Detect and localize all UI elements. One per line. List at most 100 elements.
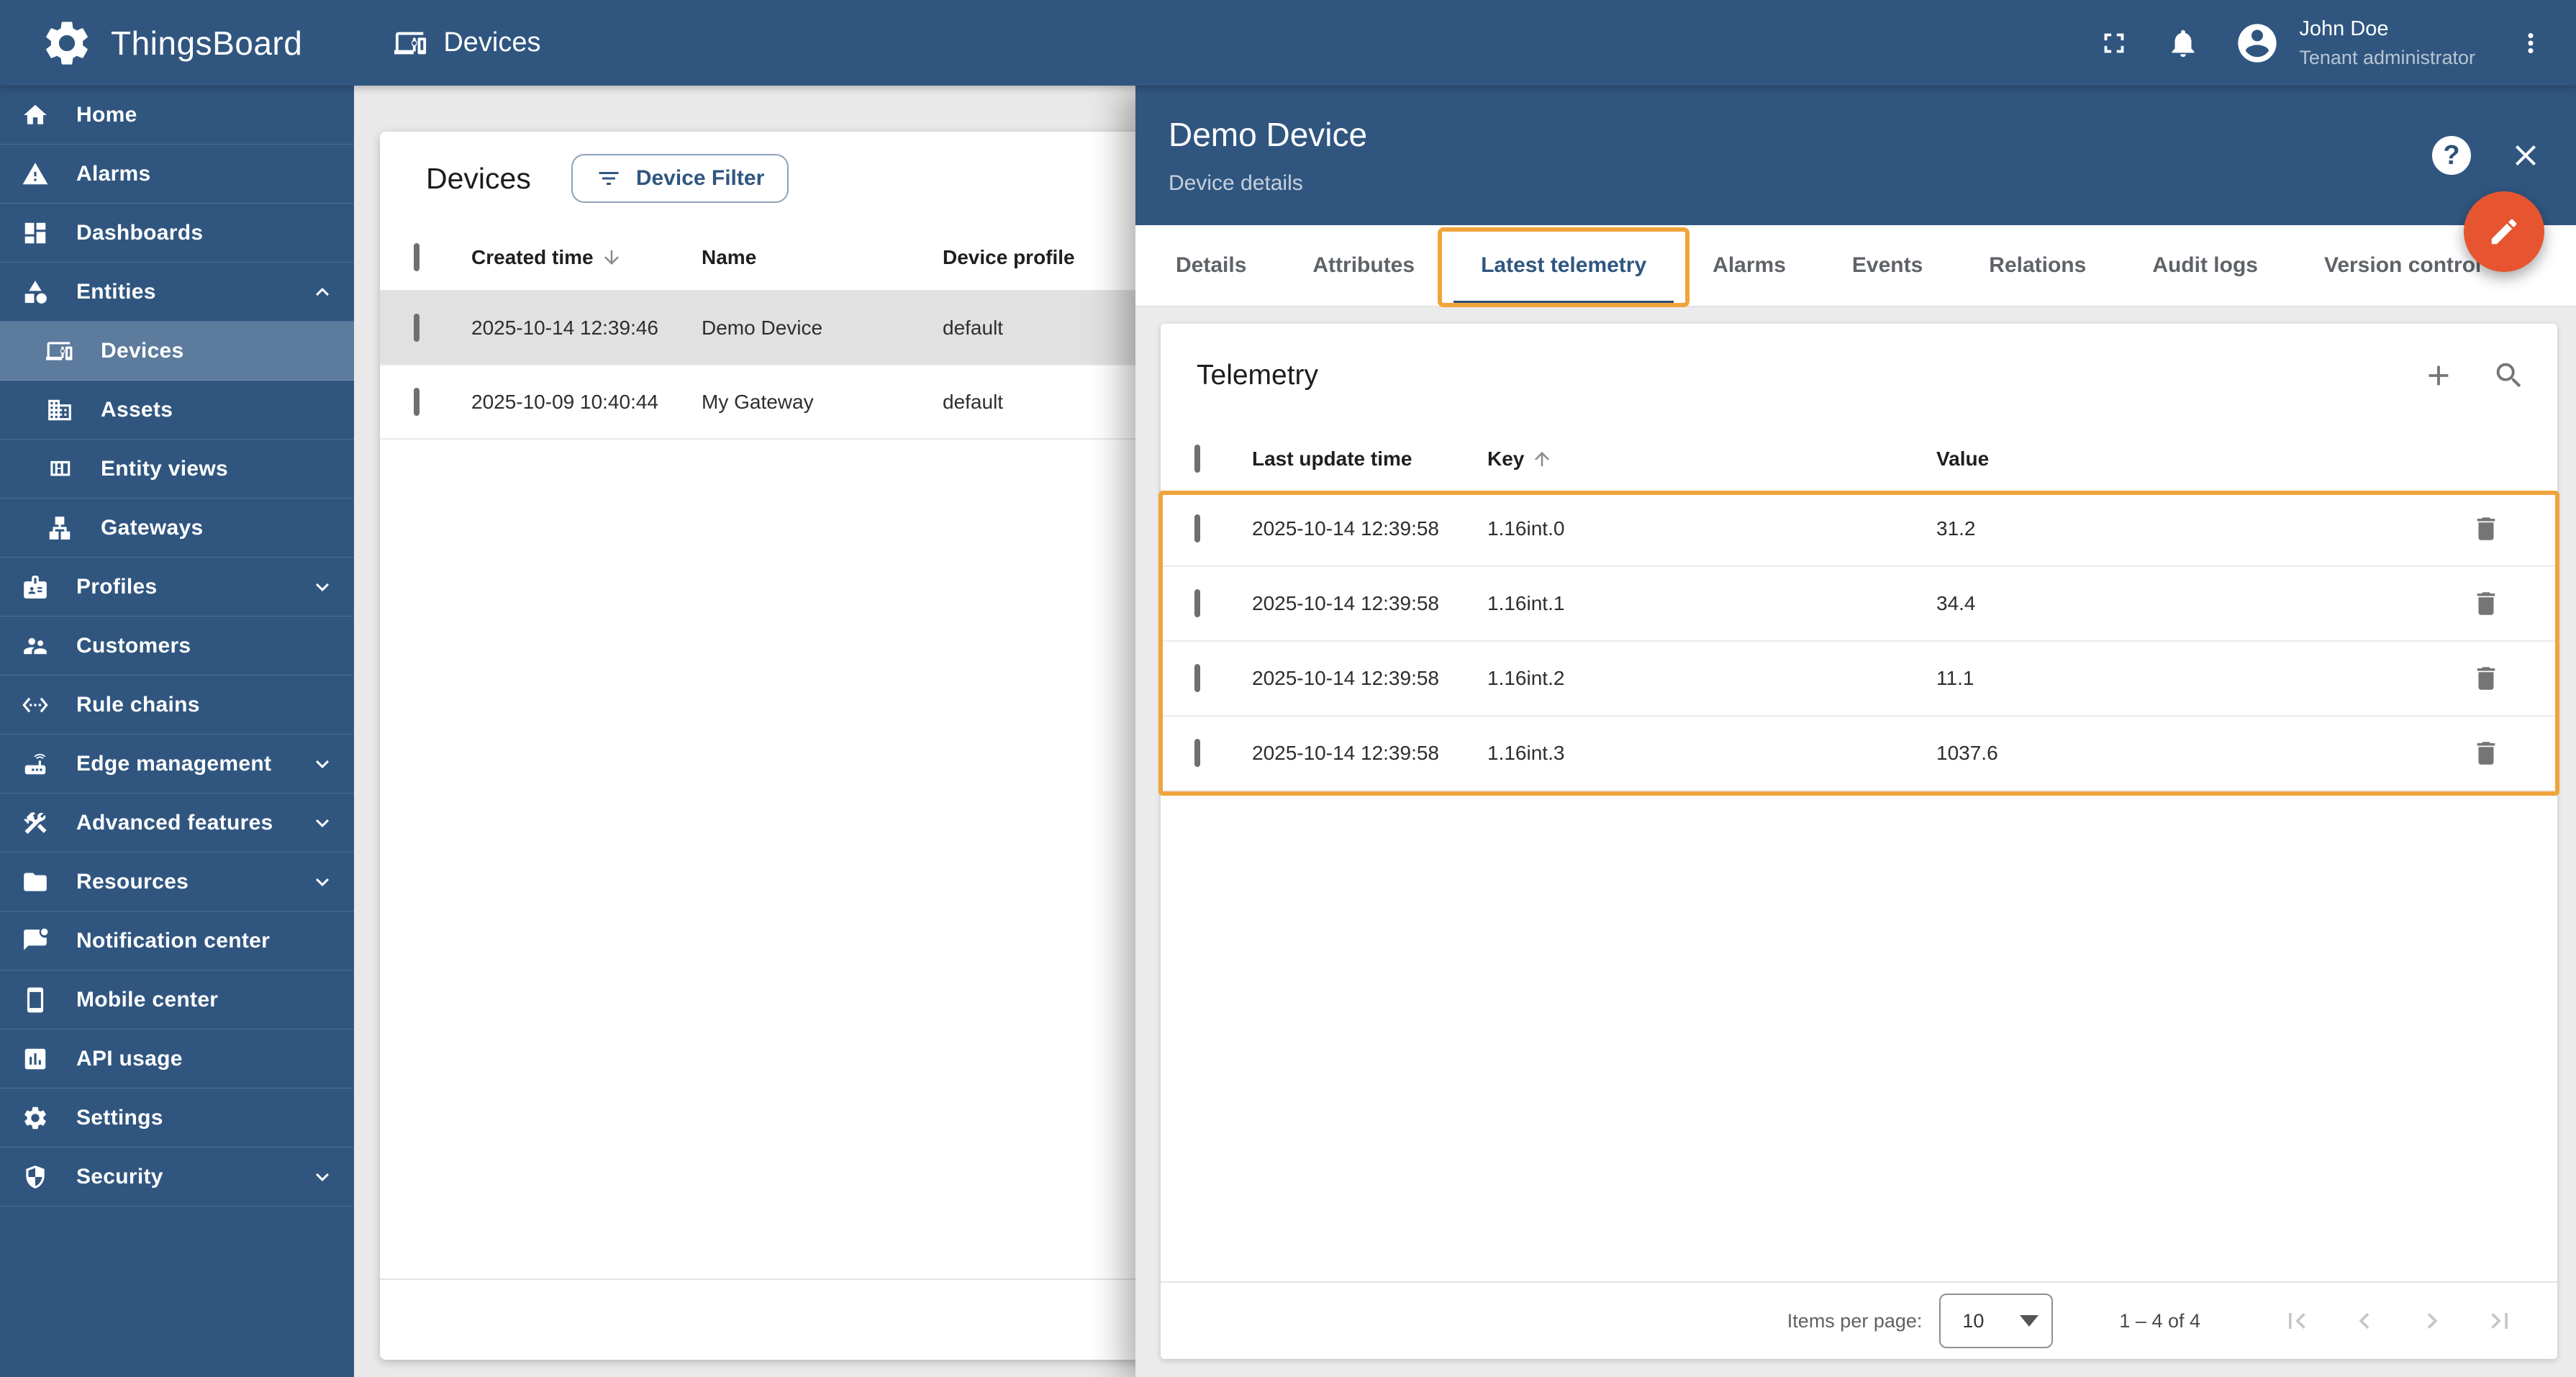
telemetry-row[interactable]: 2025-10-14 12:39:58 1.16int.0 31.2 bbox=[1161, 492, 2557, 567]
sidebar-item-mobile-center[interactable]: Mobile center bbox=[0, 971, 354, 1030]
sidebar-item-advanced-features[interactable]: Advanced features bbox=[0, 794, 354, 853]
brand-name: ThingsBoard bbox=[111, 24, 303, 62]
delete-telemetry-button[interactable] bbox=[2471, 588, 2501, 619]
column-header-name[interactable]: Name bbox=[702, 246, 943, 269]
cell-name: Demo Device bbox=[702, 316, 823, 339]
details-body: Telemetry Last update time Key Value 202… bbox=[1135, 307, 2576, 1377]
row-checkbox[interactable] bbox=[1194, 739, 1200, 767]
items-per-page-select[interactable]: 10 bbox=[1939, 1294, 2054, 1348]
sidebar-item-security[interactable]: Security bbox=[0, 1148, 354, 1206]
badge-icon bbox=[22, 573, 49, 601]
row-checkbox[interactable] bbox=[414, 387, 419, 416]
sort-desc-arrow-icon bbox=[604, 250, 619, 265]
select-all-checkbox[interactable] bbox=[414, 243, 419, 271]
trash-icon bbox=[2477, 517, 2495, 540]
tab-events[interactable]: Events bbox=[1819, 225, 1956, 306]
tab-latest-telemetry[interactable]: Latest telemetry bbox=[1438, 225, 1690, 307]
sidebar-item-resources[interactable]: Resources bbox=[0, 853, 354, 912]
first-page-icon bbox=[2289, 1313, 2305, 1329]
sidebar-item-edge-management[interactable]: Edge management bbox=[0, 735, 354, 794]
top-header: ThingsBoard Devices John Doe Tenant admi… bbox=[0, 0, 2576, 86]
sidebar-item-entity-views[interactable]: Entity views bbox=[0, 440, 354, 499]
last-page-button[interactable] bbox=[2484, 1305, 2516, 1337]
first-page-button[interactable] bbox=[2281, 1305, 2313, 1337]
cell-value: 34.4 bbox=[1936, 592, 1976, 614]
sidebar-item-entities[interactable]: Entities bbox=[0, 263, 354, 322]
column-header-last-update-time[interactable]: Last update time bbox=[1252, 447, 1487, 471]
telemetry-row[interactable]: 2025-10-14 12:39:58 1.16int.1 34.4 bbox=[1161, 567, 2557, 642]
sidebar-item-customers[interactable]: Customers bbox=[0, 617, 354, 676]
trash-icon bbox=[2477, 742, 2495, 765]
column-header-created-time[interactable]: Created time bbox=[471, 246, 702, 269]
devices-icon bbox=[46, 337, 73, 365]
pencil-icon bbox=[2491, 219, 2517, 245]
telemetry-table-header: Last update time Key Value bbox=[1161, 427, 2557, 492]
column-header-key[interactable]: Key bbox=[1487, 447, 1936, 471]
notifications-button[interactable] bbox=[2167, 27, 2200, 60]
sidebar-item-devices[interactable]: Devices bbox=[0, 322, 354, 381]
column-header-value[interactable]: Value bbox=[1936, 447, 2471, 471]
chevron-down-icon bbox=[309, 574, 335, 600]
more-menu-button[interactable] bbox=[2516, 28, 2546, 58]
telemetry-row[interactable]: 2025-10-14 12:39:58 1.16int.2 11.1 bbox=[1161, 642, 2557, 717]
sidebar-item-notification-center[interactable]: Notification center bbox=[0, 912, 354, 971]
sidebar-item-rule-chains[interactable]: Rule chains bbox=[0, 676, 354, 735]
user-info: John Doe Tenant administrator bbox=[2299, 16, 2475, 71]
tab-relations[interactable]: Relations bbox=[1956, 225, 2119, 306]
device-details-panel: Demo Device Device details ? Details Att… bbox=[1135, 86, 2576, 1377]
delete-telemetry-button[interactable] bbox=[2471, 663, 2501, 694]
telemetry-row[interactable]: 2025-10-14 12:39:58 1.16int.3 1037.6 bbox=[1161, 717, 2557, 791]
add-telemetry-button[interactable] bbox=[2422, 359, 2455, 392]
settings-ethernet-icon bbox=[22, 691, 49, 719]
details-title: Demo Device bbox=[1169, 116, 1368, 153]
cell-created-time: 2025-10-14 12:39:46 bbox=[471, 316, 658, 339]
search-telemetry-button[interactable] bbox=[2493, 359, 2526, 392]
chevron-down-icon bbox=[309, 869, 335, 895]
sidebar-item-api-usage[interactable]: API usage bbox=[0, 1030, 354, 1089]
row-checkbox[interactable] bbox=[1194, 589, 1200, 617]
edit-fab-button[interactable] bbox=[2464, 191, 2544, 272]
cell-value: 31.2 bbox=[1936, 517, 1976, 540]
sidebar-item-gateways[interactable]: Gateways bbox=[0, 499, 354, 558]
chevron-down-icon bbox=[309, 1164, 335, 1190]
tab-details[interactable]: Details bbox=[1143, 225, 1279, 306]
fullscreen-button[interactable] bbox=[2097, 27, 2131, 60]
telemetry-card-header: Telemetry bbox=[1161, 324, 2557, 427]
help-button[interactable]: ? bbox=[2432, 136, 2471, 175]
cell-created-time: 2025-10-09 10:40:44 bbox=[471, 390, 658, 413]
previous-page-button[interactable] bbox=[2349, 1305, 2380, 1337]
thingsboard-logo-icon bbox=[40, 17, 94, 70]
select-all-checkbox[interactable] bbox=[1194, 445, 1200, 473]
sidebar-item-assets[interactable]: Assets bbox=[0, 381, 354, 440]
account-circle-icon bbox=[2238, 23, 2277, 63]
brand[interactable]: ThingsBoard bbox=[0, 17, 302, 70]
sidebar-item-alarms[interactable]: Alarms bbox=[0, 145, 354, 204]
tab-attributes[interactable]: Attributes bbox=[1279, 225, 1448, 306]
next-page-button[interactable] bbox=[2416, 1305, 2448, 1337]
search-icon bbox=[2496, 363, 2521, 388]
row-checkbox[interactable] bbox=[414, 313, 419, 342]
category-icon bbox=[22, 278, 49, 306]
bell-icon bbox=[2172, 29, 2195, 57]
sidebar-item-settings[interactable]: Settings bbox=[0, 1089, 354, 1148]
tab-audit-logs[interactable]: Audit logs bbox=[2119, 225, 2291, 306]
row-checkbox[interactable] bbox=[1194, 664, 1200, 692]
kebab-menu-icon bbox=[2528, 32, 2534, 53]
device-filter-button[interactable]: Device Filter bbox=[571, 154, 789, 203]
cell-key: 1.16int.0 bbox=[1487, 517, 1565, 540]
chevron-down-icon bbox=[309, 810, 335, 836]
delete-telemetry-button[interactable] bbox=[2471, 738, 2501, 768]
avatar[interactable] bbox=[2234, 20, 2280, 66]
close-button[interactable] bbox=[2508, 138, 2543, 173]
sidebar-item-profiles[interactable]: Profiles bbox=[0, 558, 354, 617]
chevron-down-icon bbox=[309, 751, 335, 777]
tab-alarms[interactable]: Alarms bbox=[1679, 225, 1819, 306]
chevron-up-icon bbox=[309, 279, 335, 305]
delete-telemetry-button[interactable] bbox=[2471, 514, 2501, 544]
sidebar-item-home[interactable]: Home bbox=[0, 86, 354, 145]
thingsboard-app: ThingsBoard Devices John Doe Tenant admi… bbox=[0, 0, 2576, 1377]
row-checkbox[interactable] bbox=[1194, 514, 1200, 542]
sidebar-item-dashboards[interactable]: Dashboards bbox=[0, 204, 354, 263]
cell-last-update-time: 2025-10-14 12:39:58 bbox=[1252, 517, 1439, 540]
active-tab-underline bbox=[1453, 301, 1674, 306]
